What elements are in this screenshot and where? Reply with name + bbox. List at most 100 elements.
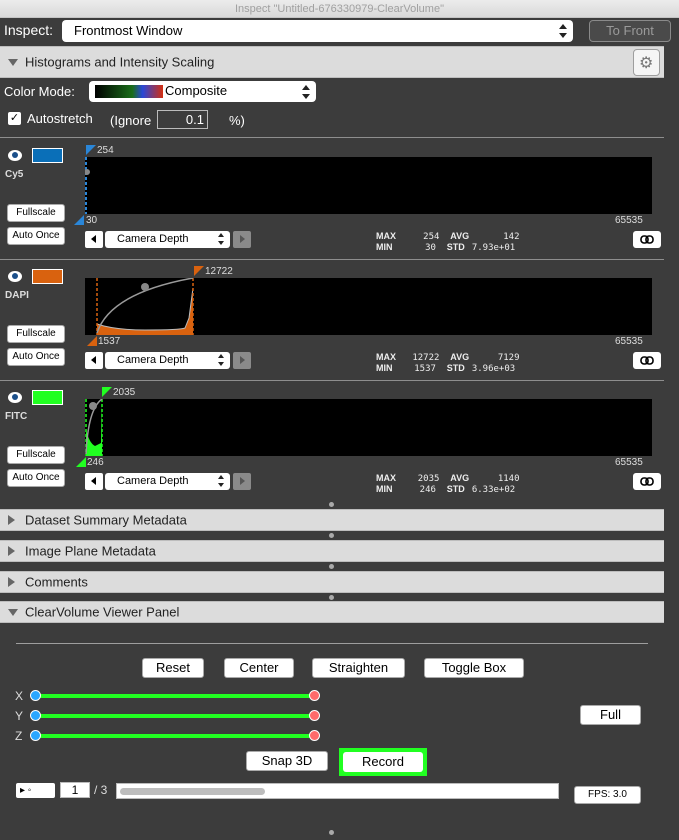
color-mode-select[interactable]: Composite: [89, 81, 316, 102]
x-max-knob[interactable]: [309, 690, 320, 701]
inspect-label: Inspect:: [4, 22, 54, 38]
stat-std-value: 3.96e+03: [471, 364, 516, 374]
camera-depth-value: Camera Depth: [117, 475, 189, 487]
ignore-label: (Ignore: [110, 113, 152, 128]
resize-handle[interactable]: [329, 502, 334, 507]
section-image-plane-title: Image Plane Metadata: [25, 543, 156, 559]
frame-scrubber-thumb[interactable]: [120, 788, 265, 795]
max-handle-marker[interactable]: [86, 145, 96, 155]
link-button[interactable]: [633, 352, 661, 369]
x-range-slider[interactable]: [35, 694, 315, 698]
prev-arrow-button[interactable]: [85, 473, 103, 490]
percent-label: %): [229, 113, 245, 128]
section-clearvolume-header[interactable]: ClearVolume Viewer Panel: [0, 601, 664, 623]
camera-depth-value: Camera Depth: [117, 354, 189, 366]
straighten-button[interactable]: Straighten: [312, 658, 405, 678]
select-arrows-icon: [218, 233, 225, 245]
inspect-target-select[interactable]: Frontmost Window: [62, 20, 573, 42]
select-arrows-icon: [218, 354, 225, 366]
color-mode-label: Color Mode:: [4, 84, 75, 99]
max-value-label: 254: [97, 145, 114, 156]
link-button[interactable]: [633, 473, 661, 490]
z-max-knob[interactable]: [309, 730, 320, 741]
y-max-knob[interactable]: [309, 710, 320, 721]
ignore-percent-input[interactable]: 0.1: [157, 110, 208, 129]
resize-handle[interactable]: [329, 830, 334, 835]
auto-once-button[interactable]: Auto Once: [7, 348, 65, 366]
min-handle-marker[interactable]: [76, 457, 86, 467]
snap-3d-button[interactable]: Snap 3D: [246, 751, 328, 771]
color-mode-value: Composite: [165, 83, 228, 98]
min-handle-marker[interactable]: [74, 215, 84, 225]
center-button[interactable]: Center: [224, 658, 294, 678]
next-arrow-button[interactable]: [233, 352, 251, 369]
stat-min-value: 246: [419, 485, 436, 495]
eye-icon[interactable]: [8, 271, 22, 282]
reset-button[interactable]: Reset: [142, 658, 204, 678]
settings-button[interactable]: ⚙: [633, 49, 660, 76]
inspect-target-value: Frontmost Window: [74, 23, 183, 38]
min-handle-marker[interactable]: [87, 336, 97, 346]
histogram-plot[interactable]: [85, 278, 652, 335]
max-handle-marker[interactable]: [194, 266, 204, 276]
to-front-button[interactable]: To Front: [589, 20, 671, 42]
stat-avg-label: AVG: [450, 231, 470, 241]
z-range-slider[interactable]: [35, 734, 315, 738]
fullscale-button[interactable]: Fullscale: [7, 325, 65, 343]
prev-arrow-button[interactable]: [85, 231, 103, 248]
section-dataset-header[interactable]: Dataset Summary Metadata: [0, 509, 664, 531]
fps-button[interactable]: FPS: 3.0: [574, 786, 641, 804]
play-button[interactable]: ▸ ◦: [16, 783, 55, 798]
colormap-gradient-icon: [95, 85, 163, 98]
camera-depth-select[interactable]: Camera Depth: [105, 352, 230, 369]
histogram-plot[interactable]: [85, 157, 652, 214]
stat-std-value: 6.33e+02: [471, 485, 516, 495]
max-handle-marker[interactable]: [102, 387, 112, 397]
link-button[interactable]: [633, 231, 661, 248]
eye-icon[interactable]: [8, 150, 22, 161]
auto-once-button[interactable]: Auto Once: [7, 469, 65, 487]
gamma-handle: [85, 169, 90, 175]
y-range-slider[interactable]: [35, 714, 315, 718]
disclosure-expanded-icon: [8, 609, 18, 616]
fullscale-button[interactable]: Fullscale: [7, 204, 65, 222]
auto-once-button[interactable]: Auto Once: [7, 227, 65, 245]
frame-input[interactable]: 1: [60, 782, 90, 798]
x-min-knob[interactable]: [30, 690, 41, 701]
resize-handle[interactable]: [329, 533, 334, 538]
channel-color-swatch[interactable]: [32, 390, 63, 405]
y-min-knob[interactable]: [30, 710, 41, 721]
histogram-plot[interactable]: [85, 399, 652, 456]
eye-icon[interactable]: [8, 392, 22, 403]
stat-std-label: STD: [446, 484, 465, 494]
stat-max-value: 2035: [417, 474, 440, 484]
autostretch-label: Autostretch: [27, 111, 93, 126]
next-arrow-button[interactable]: [233, 231, 251, 248]
full-button[interactable]: Full: [580, 705, 641, 725]
channel-color-swatch[interactable]: [32, 269, 63, 284]
resize-handle[interactable]: [329, 595, 334, 600]
axis-y-label: Y: [15, 709, 24, 723]
section-comments-header[interactable]: Comments: [0, 571, 664, 593]
section-image-plane-header[interactable]: Image Plane Metadata: [0, 540, 664, 562]
camera-depth-select[interactable]: Camera Depth: [105, 231, 230, 248]
camera-depth-select[interactable]: Camera Depth: [105, 473, 230, 490]
section-histograms-header[interactable]: Histograms and Intensity Scaling: [0, 46, 664, 78]
prev-arrow-button[interactable]: [85, 352, 103, 369]
frame-scrubber[interactable]: [116, 783, 559, 799]
scrollbar-gutter[interactable]: [664, 44, 679, 840]
stat-avg-value: 1140: [497, 474, 520, 484]
gamma-handle: [89, 402, 97, 410]
channel-color-swatch[interactable]: [32, 148, 63, 163]
stat-min-value: 30: [425, 243, 436, 253]
range-max-label: 65535: [615, 215, 643, 226]
z-min-knob[interactable]: [30, 730, 41, 741]
record-button[interactable]: Record: [343, 752, 423, 772]
gear-icon: ⚙: [639, 55, 654, 72]
toggle-box-button[interactable]: Toggle Box: [424, 658, 524, 678]
disclosure-collapsed-icon: [8, 577, 15, 587]
resize-handle[interactable]: [329, 564, 334, 569]
clearvolume-panel: [0, 622, 664, 832]
next-arrow-button[interactable]: [233, 473, 251, 490]
fullscale-button[interactable]: Fullscale: [7, 446, 65, 464]
